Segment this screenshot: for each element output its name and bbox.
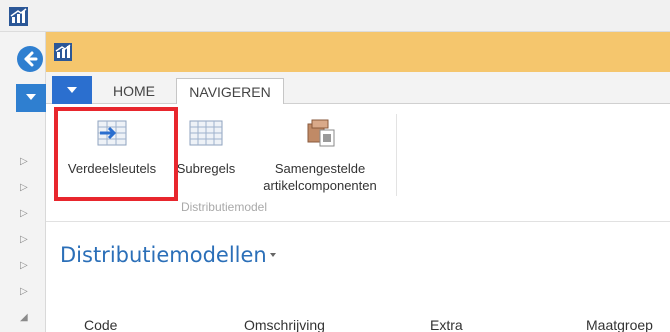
file-menu-button[interactable] <box>52 76 92 104</box>
ribbon-tabs: HOME NAVIGEREN <box>46 72 670 105</box>
expand-chevron-icon[interactable]: ▷ <box>20 260 30 272</box>
page-title-dropdown[interactable]: Distributiemodellen <box>60 242 276 272</box>
app-titlebar <box>0 0 670 32</box>
expand-chevron-icon[interactable]: ▷ <box>20 156 30 168</box>
tab-navigeren[interactable]: NAVIGEREN <box>176 78 284 105</box>
collapse-chevron-icon[interactable]: ◢ <box>20 312 30 324</box>
tab-home[interactable]: HOME <box>98 78 170 105</box>
samengestelde-artikelcomponenten-button[interactable]: Samengestelde artikelcomponenten <box>250 110 390 200</box>
subregels-button[interactable]: Subregels <box>168 110 244 200</box>
subregels-label: Subregels <box>176 161 236 176</box>
app-logo-icon <box>9 7 28 26</box>
window-logo-icon <box>54 43 72 61</box>
expand-chevron-icon[interactable]: ▷ <box>20 234 30 246</box>
arrow-left-icon <box>24 51 38 67</box>
rail-menu-button[interactable] <box>16 84 46 112</box>
back-button[interactable] <box>17 46 43 72</box>
expand-chevron-icon[interactable]: ▷ <box>20 286 30 298</box>
expand-chevron-icon[interactable]: ▷ <box>20 208 30 220</box>
ribbon-group-separator <box>396 114 397 196</box>
column-header-omschrijving[interactable]: Omschrijving <box>244 317 325 332</box>
highlight-annotation <box>54 107 178 201</box>
ribbon-group-label: Distributiemodel <box>180 200 268 214</box>
ribbon-panel: Verdeelsleutels Subregels Samengestelde <box>46 104 670 222</box>
column-header-extra[interactable]: Extra <box>430 317 463 332</box>
grid-icon <box>189 120 223 146</box>
caret-down-icon <box>270 253 276 257</box>
components-icon <box>307 119 335 147</box>
column-header-maatgroep[interactable]: Maatgroep <box>586 317 653 332</box>
window-titlebar <box>46 32 670 72</box>
expand-chevron-icon[interactable]: ▷ <box>20 182 30 194</box>
samengestelde-label-line2: artikelcomponenten <box>263 178 377 193</box>
caret-down-icon <box>67 87 77 93</box>
column-header-code[interactable]: Code <box>84 317 117 332</box>
caret-down-icon <box>26 94 36 100</box>
page-window: HOME NAVIGEREN Verdeelsleutels Subregels… <box>46 32 670 332</box>
navigation-rail: ▷ ▷ ▷ ▷ ▷ ▷ ◢ <box>0 32 46 332</box>
samengestelde-label-line1: Samengestelde <box>274 161 366 176</box>
page-title: Distributiemodellen <box>60 243 267 267</box>
